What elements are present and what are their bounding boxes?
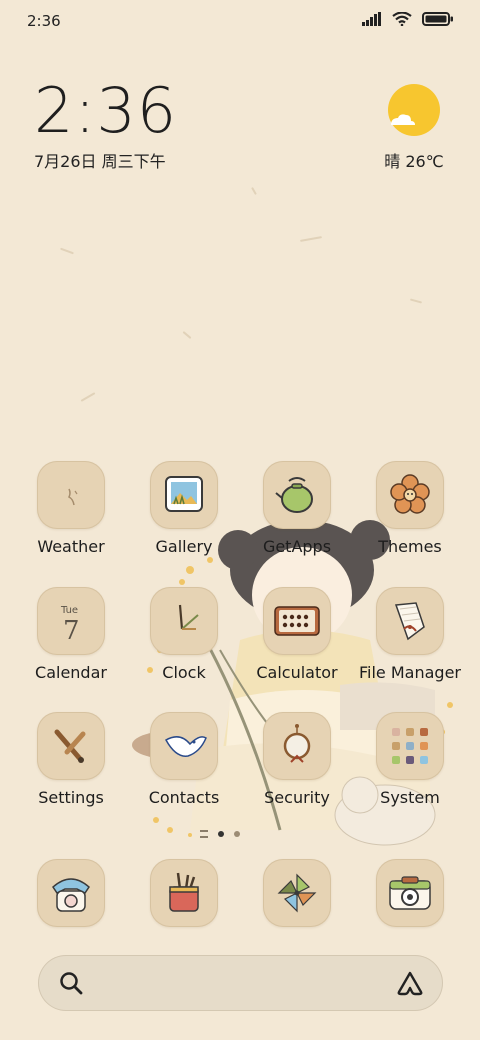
assistant-icon[interactable] xyxy=(395,969,425,997)
weather-text: 晴 26℃ xyxy=(384,152,444,171)
flower-icon xyxy=(376,461,444,529)
dock-phone[interactable] xyxy=(15,859,127,959)
app-label: System xyxy=(380,788,440,807)
sun-cloud-icon xyxy=(387,84,441,138)
signal-icon xyxy=(362,12,381,26)
scroll-icon xyxy=(376,587,444,655)
search-bar[interactable] xyxy=(38,955,443,1011)
wifi-icon xyxy=(392,12,412,26)
weather-widget[interactable]: 晴 26℃ xyxy=(382,84,446,172)
calendar-icon: Tue 7 xyxy=(37,587,105,655)
paper-texture xyxy=(251,187,257,195)
app-getapps[interactable]: GetApps xyxy=(241,461,353,561)
mirror-icon xyxy=(263,712,331,780)
pinwheel-icon xyxy=(263,859,331,927)
app-calculator[interactable]: Calculator xyxy=(241,587,353,687)
page-indicator[interactable] xyxy=(200,830,240,838)
paper-texture xyxy=(409,298,423,304)
app-calendar[interactable]: Tue 7 Calendar xyxy=(15,587,127,687)
app-gallery[interactable]: Gallery xyxy=(128,461,240,561)
brush-pot-icon xyxy=(150,859,218,927)
app-settings[interactable]: Settings xyxy=(15,712,127,812)
app-system[interactable]: System xyxy=(354,712,466,812)
calendar-day: Tue xyxy=(60,605,78,616)
teapot-icon xyxy=(263,461,331,529)
gallery-icon xyxy=(150,461,218,529)
page-dot-1[interactable] xyxy=(218,831,224,837)
app-security[interactable]: Security xyxy=(241,712,353,812)
dock-browser[interactable] xyxy=(241,859,353,959)
clock-widget[interactable]: 2:36 7月26日 周三下午 xyxy=(34,78,177,172)
search-icon[interactable] xyxy=(58,970,84,996)
dock-camera[interactable] xyxy=(354,859,466,959)
app-weather[interactable]: Weather xyxy=(15,461,127,561)
status-time: 2:36 xyxy=(27,12,61,30)
app-file-manager[interactable]: File Manager xyxy=(354,587,466,687)
paper-texture xyxy=(80,392,96,402)
app-clock[interactable]: Clock xyxy=(128,587,240,687)
page-dot-2[interactable] xyxy=(234,831,240,837)
app-themes[interactable]: Themes xyxy=(354,461,466,561)
battery-icon xyxy=(422,12,453,26)
dock-notes[interactable] xyxy=(128,859,240,959)
tools-icon xyxy=(37,712,105,780)
page-menu-indicator[interactable] xyxy=(200,830,208,838)
folder-icon xyxy=(376,712,444,780)
app-contacts[interactable]: Contacts xyxy=(128,712,240,812)
app-label: File Manager xyxy=(359,663,461,682)
phone-icon xyxy=(37,859,105,927)
clock-icon xyxy=(150,587,218,655)
calculator-icon xyxy=(263,587,331,655)
camera-icon xyxy=(376,859,444,927)
clock-date: 7月26日 周三下午 xyxy=(34,152,166,171)
paper-texture xyxy=(60,247,74,255)
weather-icon xyxy=(37,461,105,529)
bird-icon xyxy=(150,712,218,780)
status-bar: 2:36 xyxy=(0,0,480,42)
calendar-date: 7 xyxy=(63,616,80,645)
paper-texture xyxy=(299,236,323,242)
status-icons xyxy=(362,12,454,26)
clock-time: 2:36 xyxy=(34,74,178,147)
app-label: Themes xyxy=(378,537,442,556)
paper-texture xyxy=(182,331,192,339)
